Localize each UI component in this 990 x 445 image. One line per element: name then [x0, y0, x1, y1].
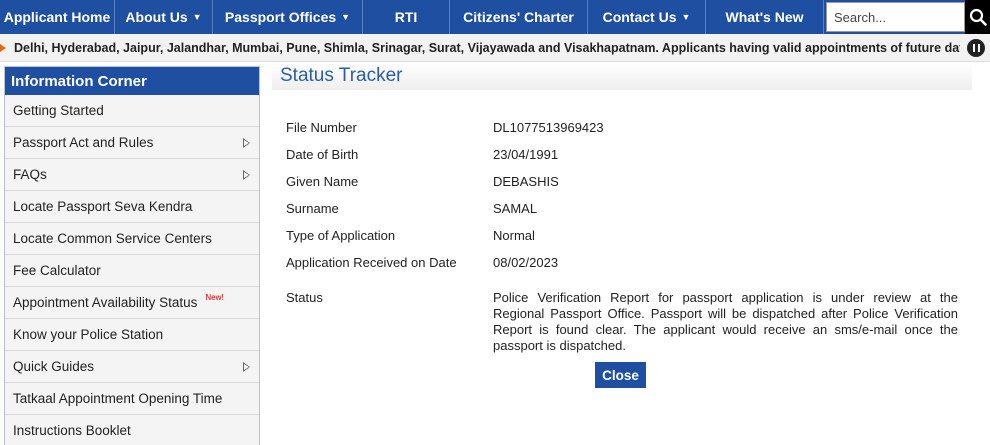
information-corner-sidebar: Information Corner Getting Started Passpo…	[4, 66, 260, 445]
field-row: Date of Birth 23/04/1991	[286, 147, 958, 174]
sidebar-item-label: Locate Common Service Centers	[13, 231, 212, 246]
sidebar-item-label: Tatkaal Appointment Opening Time	[13, 391, 223, 406]
nav-item-label: Citizens' Charter	[463, 9, 574, 25]
chevron-right-icon	[243, 138, 250, 148]
page-title: Status Tracker	[272, 63, 972, 90]
sidebar-item-label: Passport Act and Rules	[13, 135, 154, 150]
nav-item-applicant-home[interactable]: Applicant Home	[0, 0, 115, 34]
sidebar-item-passport-act-and-rules[interactable]: Passport Act and Rules	[5, 127, 259, 159]
field-label: File Number	[286, 120, 357, 135]
news-ticker: Delhi, Hyderabad, Jaipur, Jalandhar, Mum…	[0, 34, 990, 62]
field-label: Date of Birth	[286, 147, 359, 162]
field-value: 23/04/1991	[493, 147, 559, 162]
field-row: Type of Application Normal	[286, 228, 958, 255]
field-label: Surname	[286, 201, 339, 216]
nav-item-about-us[interactable]: About Us ▼	[115, 0, 213, 34]
nav-item-label: Contact Us	[602, 9, 677, 25]
sidebar-item-label: Appointment Availability Status	[13, 295, 198, 310]
sidebar-title: Information Corner	[5, 67, 259, 95]
sidebar-item-label: Getting Started	[13, 103, 104, 118]
field-label: Type of Application	[286, 228, 396, 243]
sidebar-item-locate-common-service-centers[interactable]: Locate Common Service Centers	[5, 223, 259, 255]
sidebar-item-fee-calculator[interactable]: Fee Calculator	[5, 255, 259, 287]
nav-item-passport-offices[interactable]: Passport Offices ▼	[213, 0, 363, 34]
field-value: Normal	[493, 228, 535, 243]
nav-item-rti[interactable]: RTI	[363, 0, 450, 34]
sidebar-item-instructions-booklet[interactable]: Instructions Booklet	[5, 415, 259, 445]
ticker-arrow-icon	[0, 43, 6, 52]
sidebar-item-appointment-availability-status[interactable]: Appointment Availability Status New!	[5, 287, 259, 319]
field-value: DEBASHIS	[493, 174, 559, 189]
ticker-text: Delhi, Hyderabad, Jaipur, Jalandhar, Mum…	[14, 40, 960, 55]
caret-down-icon: ▼	[681, 12, 691, 22]
sidebar-item-label: Locate Passport Seva Kendra	[13, 199, 193, 214]
close-button[interactable]: Close	[595, 362, 646, 388]
chevron-right-icon	[243, 362, 250, 372]
caret-down-icon: ▼	[341, 12, 351, 22]
sidebar-item-quick-guides[interactable]: Quick Guides	[5, 351, 259, 383]
nav-items: Applicant Home About Us ▼ Passport Offices ▼…	[0, 0, 824, 34]
field-row: Application Received on Date 08/02/2023	[286, 255, 958, 282]
nav-item-label: Applicant Home	[3, 9, 111, 25]
search-input[interactable]	[826, 2, 965, 32]
sidebar-item-getting-started[interactable]: Getting Started	[5, 95, 259, 127]
search-button[interactable]	[965, 0, 990, 34]
field-value: DL1077513969423	[493, 120, 604, 135]
field-row: Surname SAMAL	[286, 201, 958, 228]
caret-down-icon: ▼	[192, 12, 202, 22]
sidebar-item-faqs[interactable]: FAQs	[5, 159, 259, 191]
new-badge: New!	[205, 293, 224, 302]
nav-item-label: What's New	[725, 9, 804, 25]
nav-item-contact-us[interactable]: Contact Us ▼	[588, 0, 706, 34]
field-value: 08/02/2023	[493, 255, 559, 270]
field-row: Given Name DEBASHIS	[286, 174, 958, 201]
sidebar-item-label: FAQs	[13, 167, 47, 182]
search-icon	[969, 8, 987, 26]
sidebar-item-label: Fee Calculator	[13, 263, 101, 278]
field-row: File Number DL1077513969423	[286, 120, 958, 147]
pause-icon[interactable]	[967, 39, 985, 57]
top-nav: Applicant Home About Us ▼ Passport Offices ▼…	[0, 0, 990, 34]
sidebar-item-label: Know your Police Station	[13, 327, 164, 342]
field-rows: File Number DL1077513969423 Date of Birth 2…	[286, 120, 958, 282]
sidebar-item-know-your-police-station[interactable]: Know your Police Station	[5, 319, 259, 351]
nav-item-label: Passport Offices	[224, 9, 337, 25]
nav-item-what-s-new[interactable]: What's New	[706, 0, 824, 34]
nav-item-label: About Us	[125, 9, 188, 25]
sidebar-item-label: Instructions Booklet	[13, 423, 131, 438]
status-details: File Number DL1077513969423 Date of Birth 2…	[286, 120, 958, 354]
sidebar-item-label: Quick Guides	[13, 359, 95, 374]
field-label: Given Name	[286, 174, 359, 189]
field-value: SAMAL	[493, 201, 538, 216]
sidebar-item-tatkaal-appointment-opening-time[interactable]: Tatkaal Appointment Opening Time	[5, 383, 259, 415]
sidebar-item-locate-passport-seva-kendra[interactable]: Locate Passport Seva Kendra	[5, 191, 259, 223]
nav-item-label: RTI	[394, 9, 418, 25]
field-label: Application Received on Date	[286, 255, 457, 270]
sidebar-items: Getting Started Passport Act and Rules FAQ…	[5, 95, 259, 445]
status-value: Police Verification Report for passport …	[493, 290, 958, 353]
status-label: Status	[286, 290, 323, 305]
status-row: Status Police Verification Report for pa…	[286, 290, 958, 354]
nav-item-citizens-charter[interactable]: Citizens' Charter	[450, 0, 588, 34]
chevron-right-icon	[243, 170, 250, 180]
